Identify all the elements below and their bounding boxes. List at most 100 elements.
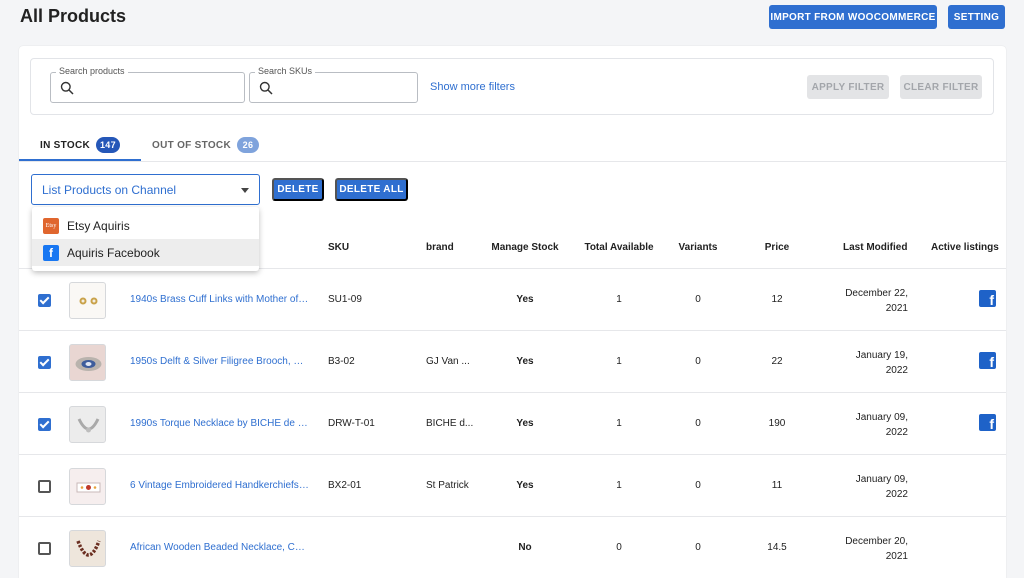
column-header-total-available[interactable]: Total Available [584,242,653,253]
total-available-cell: 0 [616,542,622,553]
clear-filter-button[interactable]: CLEAR FILTER [900,75,982,99]
total-available-cell: 1 [616,480,622,491]
modified-date: December 22, [845,288,908,299]
manage-stock-cell: Yes [516,294,534,305]
modified-date: January 19, [855,350,908,361]
modified-year: 2021 [885,303,908,314]
last-modified-cell: January 09, 2022 [796,410,908,440]
channel-option-facebook[interactable]: f Aquiris Facebook [32,239,259,266]
total-available-cell: 1 [616,356,622,367]
row-checkbox[interactable] [38,418,51,431]
filter-panel: Search products Search SKUs Show more fi… [30,58,994,115]
tab-out-of-stock-label: OUT OF STOCK [152,139,231,151]
setting-button[interactable]: SETTING [948,5,1005,29]
row-checkbox[interactable] [38,542,51,555]
variants-cell: 0 [695,542,701,553]
product-name-link[interactable]: 6 Vintage Embroidered Handkerchiefs, St … [130,480,310,491]
search-icon [259,81,273,95]
manage-stock-cell: No [518,542,532,553]
last-modified-cell: December 20, 2021 [796,534,908,564]
last-modified-cell: December 22, 2021 [796,286,908,316]
page-title: All Products [20,6,127,26]
search-products-field[interactable]: Search products [50,66,245,103]
table-row[interactable]: 6 Vintage Embroidered Handkerchiefs, St … [19,455,1006,517]
product-name-link[interactable]: 1990s Torque Necklace by BICHE de BERE [130,418,310,429]
total-available-cell: 1 [616,418,622,429]
price-cell: 11 [771,480,783,491]
channel-select[interactable]: List Products on Channel [31,174,260,205]
variants-cell: 0 [695,480,701,491]
tab-divider [19,161,1006,162]
column-header-variants[interactable]: Variants [679,242,718,253]
column-header-brand[interactable]: brand [426,242,454,253]
last-modified-cell: January 09, 2022 [796,472,908,502]
brand-cell: GJ Van ... [426,356,470,367]
etsy-icon: Etsy [43,217,59,234]
price-cell: 190 [768,418,786,429]
tab-in-stock-label: IN STOCK [40,139,90,151]
necklace-thumbnail[interactable] [69,406,106,443]
tab-in-stock[interactable]: IN STOCK 147 [40,134,120,156]
facebook-icon[interactable]: f [979,352,996,369]
in-stock-count-badge: 147 [96,137,120,153]
delete-button[interactable]: DELETE [272,178,324,201]
column-header-sku[interactable]: SKU [328,242,349,253]
caret-down-icon [241,188,249,193]
product-name-link[interactable]: 1950s Delft & Silver Filigree Brooch, GJ… [130,356,310,367]
sku-cell: B3-02 [328,356,355,367]
search-products-label: Search products [56,66,128,76]
table-row[interactable]: 1940s Brass Cuff Links with Mother of Pe… [19,269,1006,331]
beaded-necklace-thumbnail[interactable] [69,530,106,567]
facebook-icon: f [43,244,59,261]
apply-filter-button[interactable]: APPLY FILTER [807,75,889,99]
table-row[interactable]: 1990s Torque Necklace by BICHE de BERE D… [19,393,1006,455]
column-header-price[interactable]: Price [765,242,789,253]
channel-option-etsy[interactable]: Etsy Etsy Aquiris [32,212,259,239]
row-checkbox[interactable] [38,356,51,369]
search-icon [60,81,74,95]
modified-year: 2021 [885,551,908,562]
sku-cell: SU1-09 [328,294,362,305]
search-skus-field[interactable]: Search SKUs [249,66,418,103]
show-more-filters-link[interactable]: Show more filters [430,81,515,93]
search-products-input[interactable] [81,79,238,97]
import-woocommerce-button[interactable]: IMPORT FROM WOOCOMMERCE [769,5,937,29]
modified-year: 2022 [885,427,908,438]
manage-stock-cell: Yes [516,418,534,429]
price-cell: 22 [771,356,783,367]
search-skus-label: Search SKUs [255,66,316,76]
variants-cell: 0 [695,356,701,367]
cufflinks-thumbnail[interactable] [69,282,106,319]
modified-date: December 20, [845,536,908,547]
row-checkbox[interactable] [38,480,51,493]
channel-option-label: Aquiris Facebook [67,245,160,260]
manage-stock-cell: Yes [516,480,534,491]
out-of-stock-count-badge: 26 [236,137,259,153]
price-cell: 14.5 [767,542,787,553]
table-row[interactable]: African Wooden Beaded Necklace, Carved N… [19,517,1006,578]
table-row[interactable]: 1950s Delft & Silver Filigree Brooch, GJ… [19,331,1006,393]
column-header-last-modified[interactable]: Last Modified [843,242,907,253]
modified-year: 2022 [885,365,908,376]
variants-cell: 0 [695,294,701,305]
product-name-link[interactable]: African Wooden Beaded Necklace, Carved [130,542,310,553]
facebook-icon[interactable]: f [979,290,996,307]
brooch-thumbnail[interactable] [69,344,106,381]
total-available-cell: 1 [616,294,622,305]
tab-out-of-stock[interactable]: OUT OF STOCK 26 [152,134,259,156]
brand-cell: St Patrick [426,480,469,491]
row-checkbox[interactable] [38,294,51,307]
column-header-active-listings[interactable]: Active listings [931,242,999,253]
column-header-manage-stock[interactable]: Manage Stock [491,242,558,253]
facebook-icon[interactable]: f [979,414,996,431]
product-name-link[interactable]: 1940s Brass Cuff Links with Mother of Pe… [130,294,310,305]
handkerchief-thumbnail[interactable] [69,468,106,505]
sku-cell: BX2-01 [328,480,362,491]
variants-cell: 0 [695,418,701,429]
sku-cell: DRW-T-01 [328,418,375,429]
search-skus-input[interactable] [280,79,411,97]
brand-cell: BICHE d... [426,418,474,429]
delete-all-button[interactable]: DELETE ALL [335,178,408,201]
modified-date: January 09, [855,474,908,485]
products-card: Search products Search SKUs Show more fi… [19,46,1006,578]
